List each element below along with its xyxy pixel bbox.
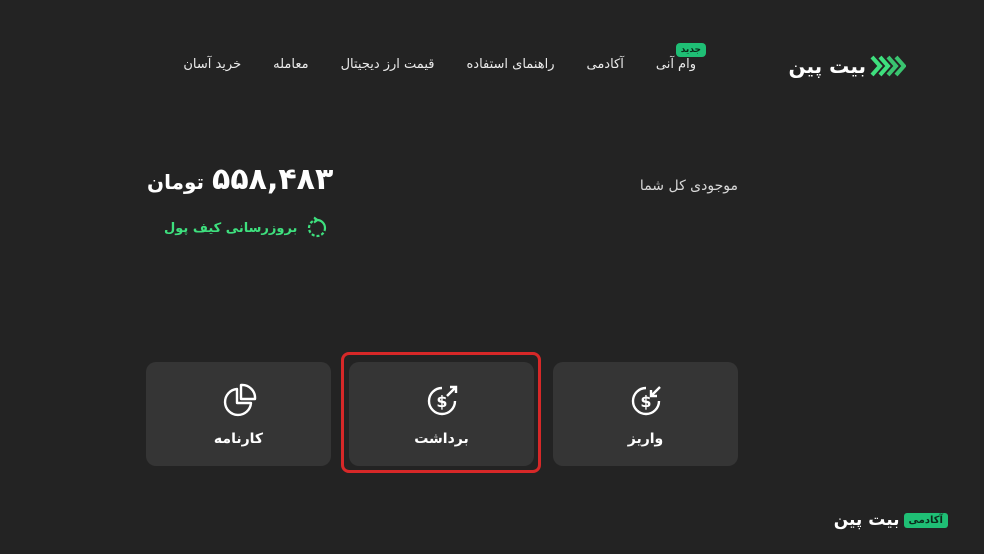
brand-name: بیت پین [788,54,867,78]
refresh-wallet-label: بروزرسانی کیف پول [164,220,298,236]
refresh-wallet-button[interactable]: بروزرسانی کیف پول [164,216,329,240]
deposit-icon: $ [631,386,661,416]
nav-guide[interactable]: راهنمای استفاده [466,57,554,72]
brand-logo[interactable]: بیت پین [789,53,906,79]
report-button[interactable]: کارنامه [146,362,331,466]
nav-instant-loan[interactable]: وام آنی جدید [655,43,706,72]
footer-watermark: آکادمی بیت پین [834,510,948,530]
balance-amount: ۵۵۸,۴۸۳ [212,162,334,197]
main-nav: خرید آسان معامله قیمت ارز دیجیتال راهنما… [183,43,706,72]
balance-value: ۵۵۸,۴۸۳ تومان [147,162,333,197]
new-badge: جدید [675,43,706,57]
svg-text:$: $ [640,392,651,411]
footer-academy-badge: آکادمی [903,512,948,528]
balance-label: موجودی کل شما [639,178,738,194]
deposit-button[interactable]: $ واریز [553,362,738,466]
nav-trade[interactable]: معامله [273,57,308,72]
deposit-label: واریز [627,431,664,447]
bitpin-logo-icon [870,55,906,77]
footer-brand-name: بیت پین [833,510,900,530]
nav-instant-loan-label: وام آنی [655,57,696,72]
nav-easy-buy[interactable]: خرید آسان [183,57,241,72]
balance-unit: تومان [147,170,205,194]
withdraw-highlight-frame [341,352,541,473]
report-label: کارنامه [213,431,264,447]
pie-chart-icon [223,383,256,417]
nav-crypto-price[interactable]: قیمت ارز دیجیتال [341,57,435,72]
refresh-icon [308,216,327,238]
nav-academy[interactable]: آکادمی [587,57,624,72]
